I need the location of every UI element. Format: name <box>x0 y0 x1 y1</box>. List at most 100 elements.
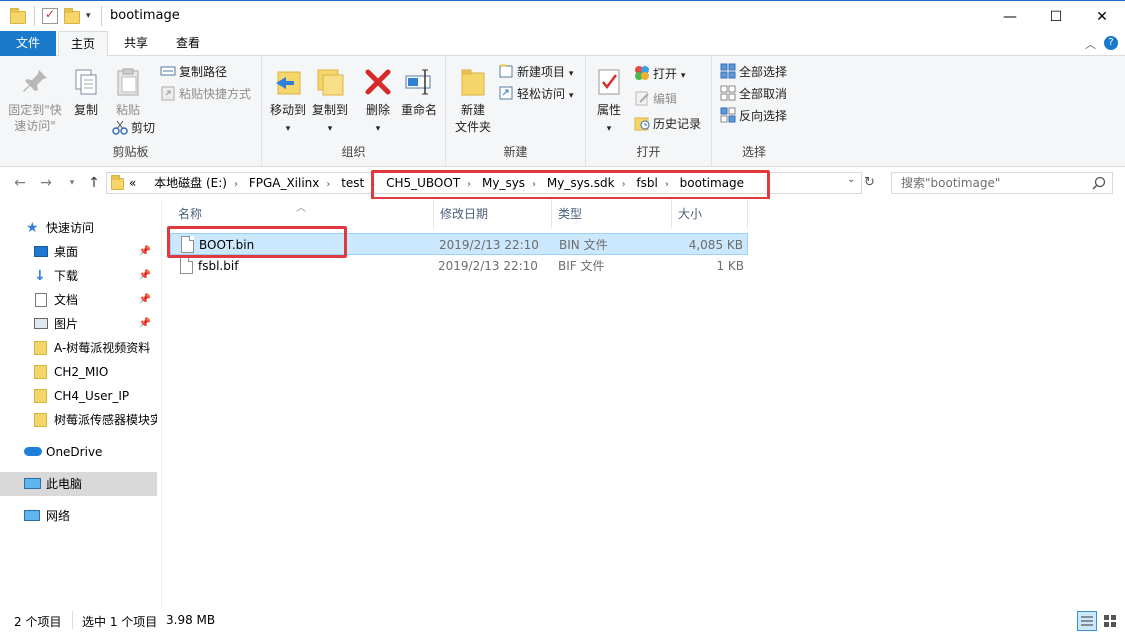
new-item-button[interactable]: 新建项目 ▾ <box>498 62 573 82</box>
open-button[interactable]: 打开 ▾ <box>634 64 685 84</box>
folder-icon <box>10 8 26 24</box>
invert-selection-button[interactable]: 反向选择 <box>720 106 787 126</box>
nav-item-folder-ch4-user-ip[interactable]: CH4_User_IP <box>0 384 157 408</box>
minimize-button[interactable]: — <box>987 1 1033 32</box>
address-dropdown-icon[interactable]: ⌄ <box>847 174 855 185</box>
select-all-button[interactable]: 全部选择 <box>720 62 787 82</box>
nav-item-folder-raspberry-sensor[interactable]: 树莓派传感器模块实 <box>0 408 157 432</box>
tab-share[interactable]: 共享 <box>112 31 160 56</box>
pin-icon: 📌 <box>138 318 151 329</box>
nav-item-desktop[interactable]: 桌面 📌 <box>0 240 157 264</box>
breadcrumb-fpga-xilinx[interactable]: FPGA_Xilinx <box>249 176 320 190</box>
computer-icon <box>24 478 41 489</box>
paste-shortcut-button[interactable]: 粘贴快捷方式 <box>160 84 251 104</box>
new-folder-icon <box>457 66 489 98</box>
organize-group: 移动到 ▾ 复制到 ▾ 删除 ▾ 重命名 组织 <box>262 56 446 166</box>
status-selected-size: 3.98 MB <box>166 613 216 627</box>
window-title: bootimage <box>110 8 180 23</box>
star-icon: ★ <box>26 220 39 236</box>
new-group-label: 新建 <box>503 145 528 159</box>
address-folder-icon <box>111 175 125 190</box>
folder-icon <box>34 341 47 355</box>
new-folder-quick-icon[interactable] <box>64 8 80 24</box>
rename-icon <box>403 66 435 98</box>
pin-icon: 📌 <box>138 270 151 281</box>
properties-button[interactable]: 属性 ▾ <box>592 66 626 138</box>
copy-path-button[interactable]: 复制路径 <box>160 62 227 82</box>
status-bar: 2 个项目 选中 1 个项目 3.98 MB <box>0 607 1125 634</box>
tab-file[interactable]: 文件 <box>0 31 56 56</box>
up-arrow-icon[interactable]: ↑ <box>84 173 104 193</box>
select-group-label: 选择 <box>741 145 766 159</box>
copy-path-icon <box>160 63 176 79</box>
paste-button[interactable]: 粘贴 <box>108 66 148 119</box>
help-icon[interactable]: ? <box>1104 36 1118 50</box>
select-all-icon <box>720 63 736 79</box>
search-box[interactable]: 搜索"bootimage" <box>891 172 1113 194</box>
clipboard-group-label: 剪贴板 <box>112 145 149 159</box>
delete-button[interactable]: 删除 ▾ <box>360 66 396 138</box>
status-selected-count: 选中 1 个项目 <box>82 615 158 629</box>
nav-onedrive[interactable]: OneDrive <box>0 440 157 464</box>
open-group: 属性 ▾ 打开 ▾ 编辑 历史记录 打开 <box>586 56 712 166</box>
pin-icon: 📌 <box>138 246 151 257</box>
new-group: 新建 文件夹 新建项目 ▾ 轻松访问 ▾ 新建 <box>446 56 586 166</box>
nav-item-documents[interactable]: 文档 📌 <box>0 288 157 312</box>
file-highlight-box <box>167 226 347 258</box>
title-bar: ✓ ▾ bootimage — ☐ ✕ <box>0 0 1125 32</box>
copy-button[interactable]: 复制 <box>68 66 104 119</box>
back-arrow-icon[interactable]: ← <box>10 173 30 193</box>
nav-item-downloads[interactable]: ↓ 下载 📌 <box>0 264 157 288</box>
document-icon <box>35 293 47 307</box>
properties-check-icon[interactable]: ✓ <box>42 7 58 24</box>
details-view-icon[interactable] <box>1077 611 1097 631</box>
file-list: ︿ 名称 修改日期 类型 大小 BOOT.bin 2019/2/13 22:10… <box>164 199 1125 607</box>
select-group: 全部选择 全部取消 反向选择 选择 <box>712 56 796 166</box>
column-header-date[interactable]: 修改日期 <box>434 199 552 229</box>
ribbon: 固定到"快速访问" 复制 粘贴 复制路径 粘贴快捷方式 剪切 剪贴板 移动到 ▾… <box>0 56 1125 167</box>
rename-button[interactable]: 重命名 <box>398 66 440 119</box>
nav-this-pc[interactable]: 此电脑 <box>0 472 157 496</box>
network-icon <box>24 510 40 521</box>
select-none-button[interactable]: 全部取消 <box>720 84 787 104</box>
copy-to-button[interactable]: 复制到 ▾ <box>308 66 352 138</box>
collapse-ribbon-icon[interactable]: ︿ <box>1085 36 1096 52</box>
move-to-button[interactable]: 移动到 ▾ <box>266 66 310 138</box>
pin-quick-access-button[interactable]: 固定到"快速访问" <box>4 66 66 134</box>
pane-divider[interactable] <box>161 199 162 607</box>
tab-home[interactable]: 主页 <box>58 31 108 57</box>
navigation-pane: ★ 快速访问 桌面 📌 ↓ 下载 📌 文档 📌 图片 📌 A-树莓派视频资料 C… <box>0 199 158 607</box>
easy-access-button[interactable]: 轻松访问 ▾ <box>498 84 573 104</box>
separator <box>101 6 102 26</box>
large-icons-view-icon[interactable] <box>1100 611 1120 631</box>
nav-item-folder-raspberry-video[interactable]: A-树莓派视频资料 <box>0 336 157 360</box>
nav-item-folder-ch2-mio[interactable]: CH2_MIO <box>0 360 157 384</box>
column-header-size[interactable]: 大小 <box>672 199 748 229</box>
breadcrumb-drive[interactable]: 本地磁盘 (E:) <box>154 176 227 190</box>
new-folder-button[interactable]: 新建 文件夹 <box>452 66 494 136</box>
breadcrumb-test[interactable]: test <box>341 176 364 190</box>
scissors-icon <box>112 119 128 135</box>
nav-quick-access[interactable]: ★ 快速访问 <box>0 216 157 240</box>
edit-button[interactable]: 编辑 <box>634 89 677 109</box>
desktop-icon <box>34 246 48 257</box>
maximize-button[interactable]: ☐ <box>1033 1 1079 32</box>
recent-locations-chevron-icon[interactable]: ▾ <box>62 173 82 193</box>
customize-quick-access-dropdown-icon[interactable]: ▾ <box>86 8 102 24</box>
separator <box>72 611 73 629</box>
column-header-name[interactable]: 名称 <box>172 199 434 229</box>
search-icon[interactable] <box>1092 176 1106 193</box>
invert-selection-icon <box>720 107 736 123</box>
close-button[interactable]: ✕ <box>1079 1 1125 32</box>
nav-item-pictures[interactable]: 图片 📌 <box>0 312 157 336</box>
forward-arrow-icon[interactable]: → <box>36 173 56 193</box>
file-row-fsbl-bif[interactable]: fsbl.bif 2019/2/13 22:10 BIF 文件 1 KB <box>170 255 748 277</box>
refresh-icon[interactable]: ↻ <box>864 175 875 190</box>
cut-button[interactable]: 剪切 <box>112 118 155 138</box>
tab-view[interactable]: 查看 <box>164 31 212 56</box>
cloud-icon <box>24 447 42 456</box>
nav-network[interactable]: 网络 <box>0 504 157 528</box>
search-input[interactable]: 搜索"bootimage" <box>901 173 1000 193</box>
column-header-type[interactable]: 类型 <box>552 199 672 229</box>
history-button[interactable]: 历史记录 <box>634 114 701 134</box>
